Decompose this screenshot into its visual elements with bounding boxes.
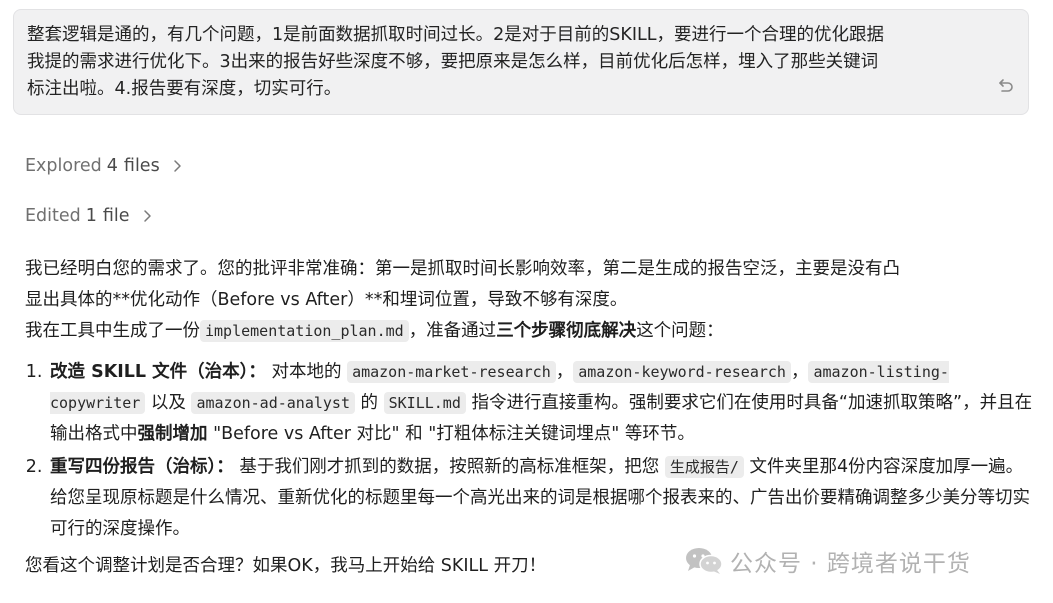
user-message-line: 标注出啦。4.报告要有深度，切实可行。 xyxy=(27,79,342,99)
chevron-right-icon xyxy=(173,160,181,172)
list-item-text: 以及 xyxy=(145,393,192,413)
list-item-bold: 强制增加 xyxy=(137,424,208,444)
chevron-right-icon xyxy=(143,210,151,222)
edited-files-toggle[interactable]: Edited 1 file xyxy=(25,206,152,226)
explored-label: Explored xyxy=(25,156,102,176)
assistant-bold-text: 三个步骤彻底解决 xyxy=(496,321,637,341)
assistant-message: 我已经明白您的需求了。您的批评非常准确：第一是抓取时间长影响效率，第二是生成的报… xyxy=(25,254,1035,582)
list-item: 改造 SKILL 文件（治本）： 对本地的 amazon-market-rese… xyxy=(48,357,1035,450)
report-folder-code: 生成报告/ xyxy=(664,456,744,478)
edited-label: Edited xyxy=(25,206,81,226)
list-item-title: 重写四份报告（治标）： xyxy=(50,457,234,477)
skill-code: amazon-market-research xyxy=(347,361,556,383)
plan-file-code[interactable]: implementation_plan.md xyxy=(200,320,409,342)
assistant-text: ，准备通过 xyxy=(408,321,497,341)
user-message-bubble: 整套逻辑是通的，有几个问题，1是前面数据抓取时间过长。2是对于目前的SKILL，… xyxy=(13,9,1029,115)
list-item-title: 改造 SKILL 文件（治本）： xyxy=(50,362,266,382)
list-item-text: "Before vs After 对比" 和 "打粗体标注关键词埋点" 等环节。 xyxy=(207,424,695,444)
list-item-text: 基于我们刚才抓到的数据，按照新的高标准框架，把您 xyxy=(233,457,665,477)
list-item-text: ， xyxy=(555,362,574,382)
assistant-text: 我已经明白您的需求了。您的批评非常准确：第一是抓取时间长影响效率，第二是生成的报… xyxy=(25,259,900,279)
explored-files-toggle[interactable]: Explored 4 files xyxy=(25,156,182,176)
assistant-text: 这个问题： xyxy=(636,321,724,341)
explored-count: 4 xyxy=(106,156,118,176)
list-item-text: 对本地的 xyxy=(265,362,348,382)
assistant-paragraph: 我已经明白您的需求了。您的批评非常准确：第一是抓取时间长影响效率，第二是生成的报… xyxy=(25,254,1035,347)
assistant-text: 显出具体的**优化动作（Before vs After）**和埋词位置，导致不够… xyxy=(25,290,628,310)
undo-icon[interactable] xyxy=(996,76,1014,94)
skill-code: amazon-keyword-research xyxy=(573,361,791,383)
list-item-text: ， xyxy=(790,362,809,382)
wechat-icon xyxy=(686,548,723,574)
user-message-line: 我提的需求进行优化下。3出来的报告好些深度不够，要把原来是怎么样，目前优化后怎样… xyxy=(27,52,879,72)
plan-list: 改造 SKILL 文件（治本）： 对本地的 amazon-market-rese… xyxy=(25,357,1035,545)
watermark: 公众号 · 跨境者说干货 xyxy=(684,544,971,578)
edited-count: 1 xyxy=(85,206,97,226)
skill-code: amazon-ad-analyst xyxy=(191,392,355,414)
watermark-text: 公众号 · 跨境者说干货 xyxy=(730,551,971,577)
list-item-text: 的 xyxy=(354,393,384,413)
explored-noun: files xyxy=(123,156,160,176)
edited-noun: file xyxy=(102,206,130,226)
user-message-line: 整套逻辑是通的，有几个问题，1是前面数据抓取时间过长。2是对于目前的SKILL，… xyxy=(27,25,885,45)
assistant-text: 我在工具中生成了一份 xyxy=(25,321,200,341)
skill-file-code: SKILL.md xyxy=(383,392,466,414)
list-item: 重写四份报告（治标）： 基于我们刚才抓到的数据，按照新的高标准框架，把您 生成报… xyxy=(48,452,1035,545)
